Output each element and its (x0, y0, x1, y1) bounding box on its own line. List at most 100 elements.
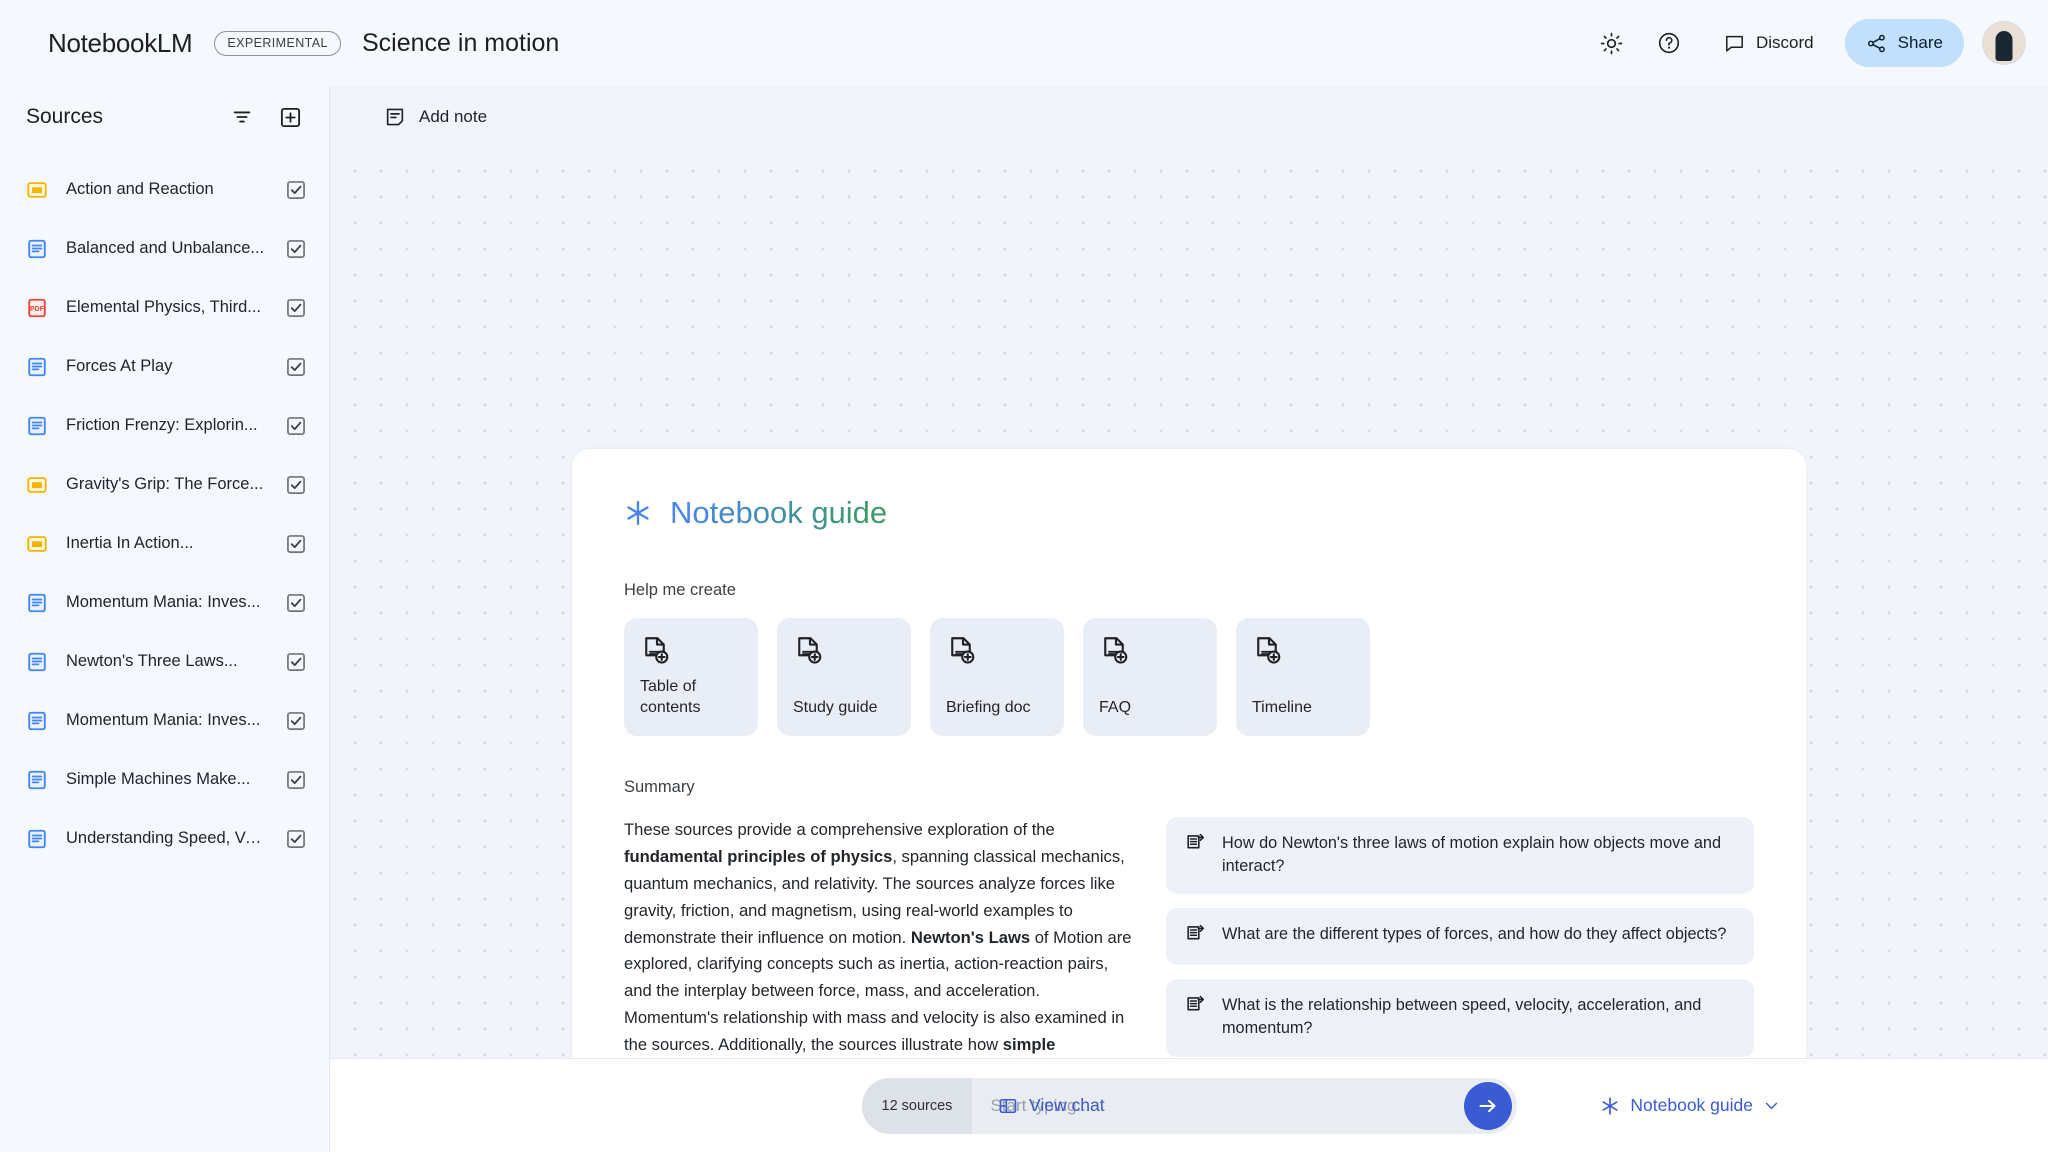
chat-input-wrap: 12 sources (862, 1078, 1517, 1134)
arrow-right-send-icon (1476, 1094, 1500, 1118)
chevron-down-icon (1763, 1097, 1780, 1114)
filter-sources-button[interactable] (225, 100, 259, 134)
doc-source-icon (26, 238, 48, 260)
note-source-icon (26, 474, 48, 496)
source-checkbox[interactable] (285, 651, 307, 673)
help-button[interactable] (1645, 19, 1693, 67)
checkbox-checked-icon (285, 769, 307, 791)
source-checkbox[interactable] (285, 592, 307, 614)
note-source-icon (26, 533, 48, 555)
source-checkbox[interactable] (285, 297, 307, 319)
page-title: Science in motion (362, 29, 1587, 58)
create-card-label: Study guide (793, 698, 897, 718)
checkbox-checked-icon (285, 710, 307, 732)
brand-logo: NotebookLM (48, 28, 192, 59)
notebook-guide-switch[interactable]: Notebook guide (1600, 1095, 1780, 1116)
share-nodes-icon (1866, 33, 1887, 54)
create-card[interactable]: Table of contents (624, 618, 758, 736)
source-checkbox[interactable] (285, 179, 307, 201)
source-checkbox[interactable] (285, 474, 307, 496)
sun-light-mode-icon (1600, 32, 1623, 55)
document-add-icon (640, 635, 670, 665)
checkbox-checked-icon (285, 474, 307, 496)
suggested-question-card[interactable]: What is the relationship between speed, … (1166, 979, 1754, 1056)
create-card[interactable]: Briefing doc (930, 618, 1064, 736)
source-type-icon (26, 828, 48, 850)
avatar[interactable] (1982, 21, 2026, 65)
document-add-icon (793, 635, 823, 665)
source-list-item[interactable]: Understanding Speed, Ve... (0, 809, 329, 868)
source-type-icon (26, 415, 48, 437)
source-list-item[interactable]: PDFElemental Physics, Third... (0, 278, 329, 337)
notebooklm-app: NotebookLM EXPERIMENTAL Science in motio… (0, 0, 2048, 1152)
source-checkbox[interactable] (285, 769, 307, 791)
source-type-icon: PDF (26, 297, 48, 319)
create-card-label: Briefing doc (946, 698, 1050, 718)
create-card-label: Table of contents (640, 677, 744, 718)
source-name: Momentum Mania: Inves... (66, 711, 267, 730)
create-card[interactable]: Study guide (777, 618, 911, 736)
discord-button[interactable]: Discord (1703, 19, 1835, 67)
send-button[interactable] (1464, 1082, 1512, 1130)
source-checkbox[interactable] (285, 828, 307, 850)
source-type-icon (26, 592, 48, 614)
doc-source-icon (26, 651, 48, 673)
suggested-question-card[interactable]: What are the different types of forces, … (1166, 908, 1754, 965)
pdf-source-icon: PDF (26, 297, 48, 319)
create-card[interactable]: FAQ (1083, 618, 1217, 736)
question-doc-icon (1185, 994, 1206, 1015)
question-doc-icon (1185, 923, 1206, 944)
main-toolbar: Add note (330, 86, 2048, 148)
sources-count-chip[interactable]: 12 sources (862, 1078, 973, 1134)
source-list-item[interactable]: Momentum Mania: Inves... (0, 573, 329, 632)
source-checkbox[interactable] (285, 533, 307, 555)
source-list-item[interactable]: Inertia In Action... (0, 514, 329, 573)
checkbox-checked-icon (285, 238, 307, 260)
source-checkbox[interactable] (285, 356, 307, 378)
create-card[interactable]: Timeline (1236, 618, 1370, 736)
suggested-question-card[interactable]: How do Newton's three laws of motion exp… (1166, 817, 1754, 894)
create-card-label: Timeline (1252, 698, 1356, 718)
help-me-create-label: Help me create (624, 581, 1754, 600)
experimental-badge: EXPERIMENTAL (214, 31, 340, 56)
source-type-icon (26, 710, 48, 732)
checkbox-checked-icon (285, 651, 307, 673)
source-type-icon (26, 238, 48, 260)
summary-text: These sources provide a comprehensive ex… (624, 817, 1132, 1058)
source-list-item[interactable]: Momentum Mania: Inves... (0, 691, 329, 750)
note-add-icon (384, 106, 406, 128)
theme-toggle-button[interactable] (1587, 19, 1635, 67)
source-name: Newton's Three Laws... (66, 652, 267, 671)
source-list-item[interactable]: Action and Reaction (0, 160, 329, 219)
view-chat-button[interactable]: View chat (998, 1095, 1105, 1116)
checkbox-checked-icon (285, 356, 307, 378)
checkbox-checked-icon (285, 592, 307, 614)
source-checkbox[interactable] (285, 238, 307, 260)
guide-switch-label: Notebook guide (1630, 1095, 1753, 1116)
share-button[interactable]: Share (1845, 19, 1964, 67)
checkbox-checked-icon (285, 828, 307, 850)
source-list-item[interactable]: Balanced and Unbalance... (0, 219, 329, 278)
view-chat-label: View chat (1029, 1095, 1105, 1116)
sources-title: Sources (26, 105, 211, 129)
source-list-item[interactable]: Simple Machines Make... (0, 750, 329, 809)
sources-list[interactable]: Action and Reaction Balanced and Unbalanc… (0, 148, 329, 1152)
source-checkbox[interactable] (285, 710, 307, 732)
source-name: Balanced and Unbalance... (66, 239, 267, 258)
discord-label: Discord (1756, 33, 1814, 53)
source-name: Action and Reaction (66, 180, 267, 199)
source-checkbox[interactable] (285, 415, 307, 437)
source-list-item[interactable]: Friction Frenzy: Explorin... (0, 396, 329, 455)
source-type-icon (26, 769, 48, 791)
source-list-item[interactable]: Gravity's Grip: The Force... (0, 455, 329, 514)
source-type-icon (26, 533, 48, 555)
doc-source-icon (26, 356, 48, 378)
doc-source-icon (26, 592, 48, 614)
summary-area: These sources provide a comprehensive ex… (624, 817, 1754, 1058)
svg-text:PDF: PDF (30, 305, 44, 312)
add-source-button[interactable] (273, 100, 307, 134)
add-note-button[interactable]: Add note (372, 98, 499, 136)
source-list-item[interactable]: Forces At Play (0, 337, 329, 396)
source-list-item[interactable]: Newton's Three Laws... (0, 632, 329, 691)
checkbox-checked-icon (285, 415, 307, 437)
